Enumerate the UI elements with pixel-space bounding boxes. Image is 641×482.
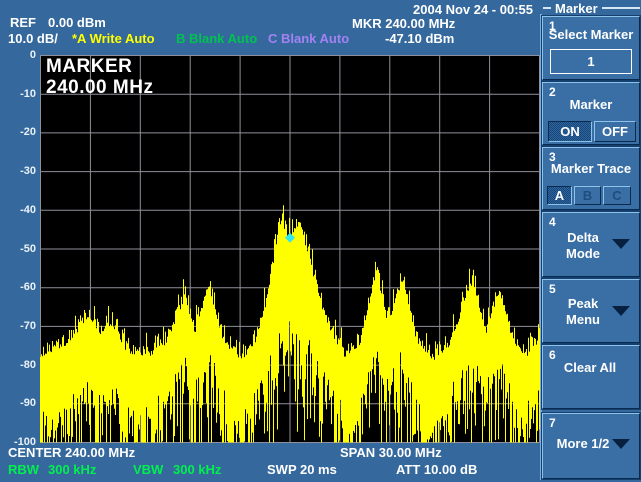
y-axis-label: -60 [2,281,36,293]
datetime: 2004 Nov 24 - 00:55 [355,3,533,17]
softkey-clear-all[interactable]: 6 Clear All [542,345,640,409]
y-axis-label: -30 [2,165,36,177]
marker-on-label: ON [560,124,580,139]
scale-value: 10.0 dB/ [8,32,58,46]
softkey-number: 5 [549,282,556,296]
trace-b-status: B Blank Auto [176,32,257,46]
submenu-arrow-icon [612,439,630,449]
vbw-value: 300 kHz [173,463,221,477]
selected-marker-number: 1 [587,54,594,69]
softkey-label: Marker Trace [543,161,639,177]
softkey-label: Select Marker [543,27,639,43]
menu-title-bar: Marker [543,1,640,15]
softkey-delta-mode[interactable]: 4 Delta Mode [542,212,640,277]
trace-c-button[interactable]: C [603,186,631,205]
ref-label: REF [10,16,36,30]
ref-value: 0.00 dBm [48,16,106,30]
select-marker-value-button[interactable]: 1 [550,49,632,74]
softkey-more[interactable]: 7 More 1/2 [542,413,640,479]
attenuation: ATT 10.00 dB [396,463,477,477]
trace-a-status: *A Write Auto [72,32,155,46]
marker-readout-level: -47.10 dBm [385,32,454,46]
y-axis-label: 0 [2,49,36,61]
sweep-time: SWP 20 ms [267,463,337,477]
y-axis-label: -50 [2,243,36,255]
softkey-number: 6 [549,348,556,362]
spectrum-plot [40,55,540,443]
marker-readout-freq: MKR 240.00 MHz [352,17,455,31]
y-axis-label: -20 [2,126,36,138]
marker-annotation-title: MARKER [46,56,153,77]
vbw-label: VBW [133,463,163,477]
softkey-peak-menu[interactable]: 5 Peak Menu [542,279,640,343]
marker-annotation-freq: 240.00 MHz [46,77,153,98]
y-axis-label: -10 [2,88,36,100]
softkey-marker-onoff[interactable]: 2 Marker ON OFF [542,82,640,145]
span: SPAN 30.00 MHz [340,446,442,460]
y-axis-label: -40 [2,204,36,216]
softkey-label: Marker [543,97,639,113]
trace-b-label: B [583,188,592,203]
trace-a-label: A [555,188,564,203]
submenu-arrow-icon [612,306,630,316]
marker-on-button[interactable]: ON [548,121,592,142]
menu-title: Marker [551,1,602,16]
softkey-label: Clear All [560,360,620,376]
softkey-label: Peak Menu [553,296,613,328]
spectrum-display: MARKER 240.00 MHz [40,55,540,443]
softkey-select-marker[interactable]: 1 Select Marker 1 [542,16,640,80]
center-freq: CENTER 240.00 MHz [8,446,135,460]
marker-off-button[interactable]: OFF [594,121,636,142]
softkey-label: Delta Mode [553,230,613,262]
trace-c-status: C Blank Auto [268,32,349,46]
y-axis-label: -90 [2,397,36,409]
trace-c-label: C [612,188,621,203]
trace-b-button[interactable]: B [574,186,601,205]
submenu-arrow-icon [612,239,630,249]
y-axis-label: -70 [2,320,36,332]
menu-title-line-left [543,7,551,9]
trace-a-button[interactable]: A [547,186,572,205]
softkey-marker-trace[interactable]: 3 Marker Trace A B C [542,147,640,210]
softkey-number: 7 [549,416,556,430]
rbw-value: 300 kHz [48,463,96,477]
spectrum-analyzer-screen: REF 0.00 dBm 10.0 dB/ *A Write Auto B Bl… [0,0,641,482]
rbw-label: RBW [8,463,39,477]
softkey-number: 4 [549,215,556,229]
y-axis-label: -80 [2,359,36,371]
menu-title-line-right [602,7,640,9]
marker-annotation: MARKER 240.00 MHz [46,56,153,98]
marker-off-label: OFF [602,124,628,139]
